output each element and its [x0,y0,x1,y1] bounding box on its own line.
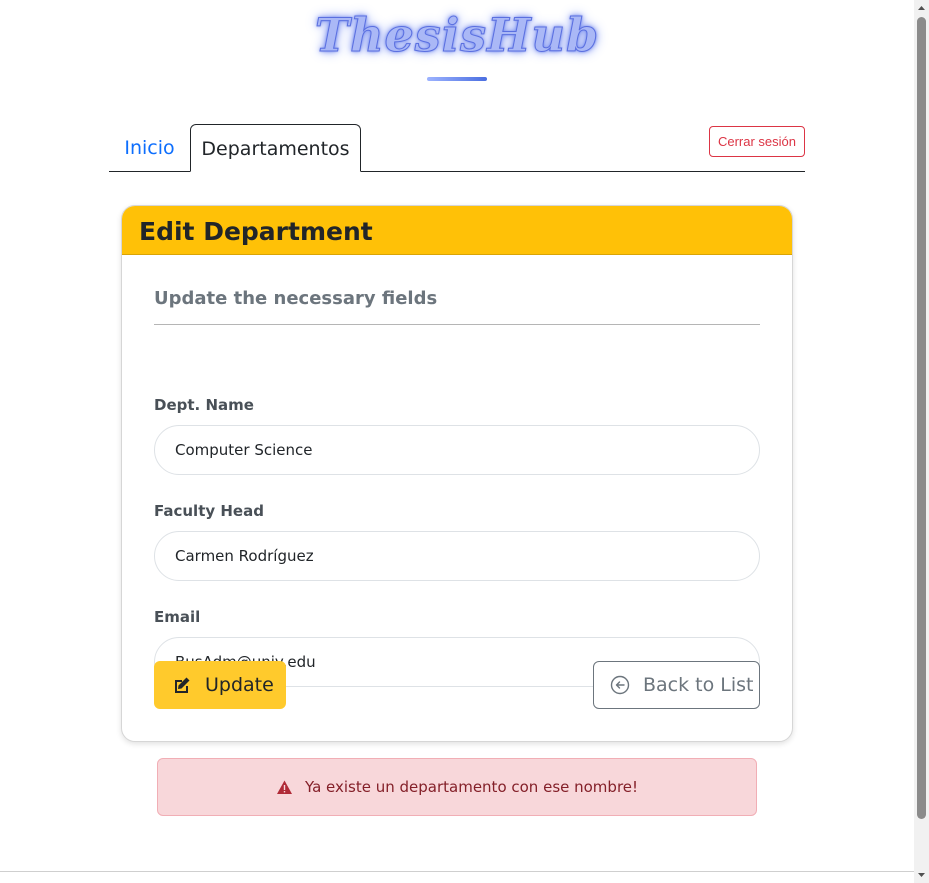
faculty-head-label: Faculty Head [154,502,264,520]
warning-triangle-icon [276,779,293,796]
dept-name-label: Dept. Name [154,396,254,414]
thesishub-logo: ThesisHub [314,8,600,63]
form-subtitle: Update the necessary fields [154,288,760,325]
tab-departamentos[interactable]: Departamentos [190,124,361,172]
tab-inicio[interactable]: Inicio [109,124,190,172]
edit-icon [172,675,192,695]
error-alert: Ya existe un departamento con ese nombre… [157,758,757,816]
logo-underline [427,77,487,81]
scroll-up-arrow-icon[interactable] [914,0,929,16]
edit-department-card: Edit Department Update the necessary fie… [121,205,793,742]
back-to-list-button[interactable]: Back to List [593,661,760,709]
arrow-left-circle-icon [610,675,630,695]
update-button-label: Update [205,674,274,696]
alert-message: Ya existe un departamento con ese nombre… [304,778,639,796]
back-to-list-label: Back to List [643,674,754,696]
faculty-head-input[interactable] [154,531,760,581]
nav-tabs: Inicio Departamentos Cerrar sesión [109,124,805,172]
email-label: Email [154,608,201,626]
logo-container: ThesisHub [0,8,914,63]
scrollbar-thumb[interactable] [917,17,926,819]
update-button[interactable]: Update [154,661,286,709]
card-title: Edit Department [122,206,792,255]
dept-name-input[interactable] [154,425,760,475]
scroll-down-arrow-icon[interactable] [914,867,929,883]
logout-button[interactable]: Cerrar sesión [708,126,805,157]
page-bottom-divider [0,871,914,872]
